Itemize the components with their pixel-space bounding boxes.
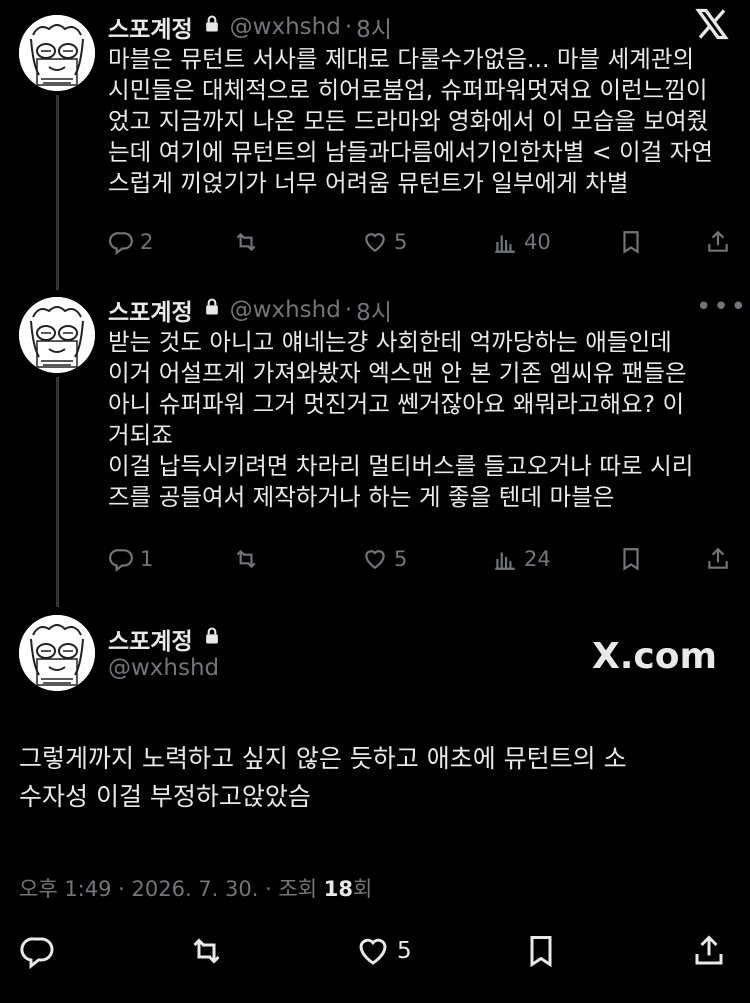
action-bar: 2 5 40 [108, 226, 738, 258]
like-count: 5 [397, 938, 412, 964]
dot: · [344, 297, 353, 323]
display-name[interactable]: 스포계정 [108, 622, 193, 656]
handle[interactable]: @wxhshd [230, 297, 341, 323]
action-bar: 1 5 24 [108, 543, 738, 575]
views-count: 24 [524, 547, 551, 571]
thread-line [56, 95, 59, 290]
like-button[interactable]: 5 [362, 546, 407, 572]
views-button[interactable]: 40 [492, 229, 551, 255]
reply-count: 2 [140, 230, 154, 254]
retweet-button[interactable] [232, 229, 258, 255]
share-button[interactable] [705, 546, 731, 572]
share-button[interactable] [705, 229, 731, 255]
heart-icon [365, 550, 385, 569]
avatar[interactable] [19, 15, 95, 91]
lock-icon [202, 296, 222, 324]
share-icon [708, 548, 728, 569]
retweet-button[interactable] [187, 933, 223, 969]
timestamp-text[interactable]: 오후 1:49 · 2026. 7. 30. · 조회 [19, 877, 324, 901]
heart-icon [359, 938, 387, 965]
views-button[interactable]: 24 [492, 546, 551, 572]
share-icon [708, 231, 728, 252]
tweet-text: 받는 것도 아니고 얘네는걍 사회한테 억까당하는 애들인데 이거 어설프게 가… [108, 328, 694, 511]
avatar[interactable] [19, 615, 95, 691]
reply-icon [109, 232, 133, 254]
share-icon [695, 936, 723, 965]
views-icon [494, 234, 516, 253]
dot: · [344, 14, 353, 40]
like-count: 5 [394, 230, 408, 254]
reply-icon [109, 549, 133, 571]
view-suffix: 회 [352, 877, 373, 901]
retweet-icon [236, 550, 256, 568]
lock-icon [202, 13, 222, 41]
views-icon [494, 551, 516, 570]
bookmark-button[interactable] [523, 933, 559, 969]
retweet-button[interactable] [232, 546, 258, 572]
like-count: 5 [394, 547, 408, 571]
display-name[interactable]: 스포계정 [108, 293, 193, 327]
timestamp[interactable]: 8시 [356, 293, 392, 327]
lock-icon [202, 625, 222, 653]
reply-count: 1 [140, 547, 154, 571]
bookmark-icon [623, 231, 639, 253]
reply-button[interactable]: 1 [108, 546, 153, 572]
tweet-header: 스포계정 @wxhshd · 8시 [108, 10, 392, 44]
timestamp[interactable]: 8시 [356, 10, 392, 44]
more-dots-icon[interactable]: ••• [696, 292, 748, 322]
reply-button[interactable] [19, 933, 55, 969]
heart-icon [365, 233, 385, 252]
display-name[interactable]: 스포계정 [108, 10, 193, 44]
bookmark-icon [623, 548, 639, 570]
reply-button[interactable]: 2 [108, 229, 153, 255]
main-tweet-name-row: 스포계정 [108, 622, 230, 656]
tweet-header: 스포계정 @wxhshd · 8시 [108, 293, 738, 327]
handle[interactable]: @wxhshd [108, 655, 219, 681]
share-button[interactable] [691, 933, 727, 969]
bookmark-button[interactable] [618, 229, 644, 255]
bookmark-button[interactable] [618, 546, 644, 572]
view-count: 18 [323, 877, 353, 901]
main-tweet-text: 그렇게까지 노력하고 싶지 않은 듯하고 애초에 뮤턴트의 소 수자성 이걸 부… [19, 744, 627, 811]
retweet-icon [236, 233, 256, 251]
avatar[interactable] [19, 297, 95, 373]
like-button[interactable]: 5 [362, 229, 407, 255]
retweet-icon [193, 939, 220, 963]
watermark: X.com [592, 636, 718, 677]
handle[interactable]: @wxhshd [230, 14, 341, 40]
main-action-bar: 5 [19, 930, 734, 972]
tweet-text: 마블은 뮤턴트 서사를 제대로 다룰수가없음... 마블 세계관의 시민들은 대… [108, 45, 714, 197]
like-button[interactable]: 5 [355, 933, 412, 969]
views-count: 40 [524, 230, 551, 254]
main-tweet-timestamp: 오후 1:49 · 2026. 7. 30. · 조회 18회 [19, 873, 372, 903]
bookmark-icon [530, 936, 552, 966]
reply-icon [20, 937, 54, 968]
thread-line [56, 377, 59, 607]
